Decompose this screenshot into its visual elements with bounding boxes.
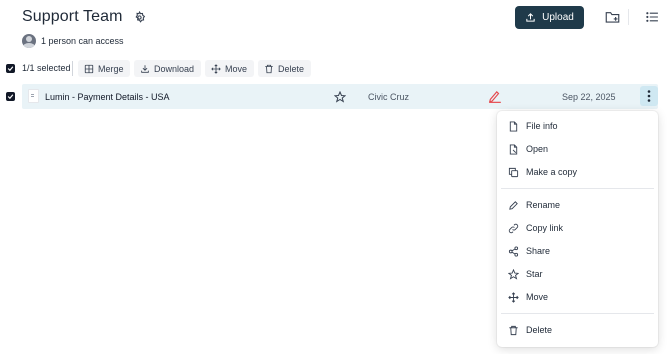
star-icon <box>508 268 519 280</box>
menu-item-label: Copy link <box>526 223 564 233</box>
merge-label: Merge <box>98 63 124 74</box>
menu-item-star[interactable]: Star <box>497 264 658 284</box>
new-folder-icon[interactable] <box>604 9 620 25</box>
menu-item-label: Star <box>526 269 543 279</box>
pencil-icon <box>509 200 518 210</box>
upload-label: Upload <box>542 12 574 23</box>
delete-button[interactable]: Delete <box>258 60 311 77</box>
file-thumbnail <box>28 89 39 103</box>
menu-item-copy-link[interactable]: Copy link <box>497 218 658 238</box>
header-divider <box>628 9 629 25</box>
access-text: 1 person can access <box>41 36 124 46</box>
menu-item-make-copy[interactable]: Make a copy <box>497 162 658 182</box>
select-all-checkbox[interactable] <box>6 64 15 73</box>
menu-item-file-info[interactable]: File info <box>497 116 658 136</box>
copy-icon <box>508 167 519 177</box>
row-checkbox[interactable] <box>6 92 15 101</box>
open-file-icon <box>509 143 518 155</box>
merge-icon <box>84 64 94 73</box>
toolbar-divider <box>72 61 73 76</box>
file-info-icon <box>509 120 518 132</box>
menu-item-label: File info <box>526 121 558 131</box>
title-wrap: Support Team <box>22 8 146 26</box>
menu-item-label: Move <box>526 292 549 302</box>
move-icon <box>508 291 519 303</box>
download-button[interactable]: Download <box>134 60 201 77</box>
trash-icon <box>265 64 273 73</box>
avatar <box>22 34 36 48</box>
download-label: Download <box>154 63 195 74</box>
delete-label: Delete <box>278 63 305 74</box>
move-label: Move <box>225 63 248 74</box>
menu-divider <box>501 188 654 189</box>
check-icon <box>7 94 14 100</box>
trash-icon <box>509 325 518 335</box>
page-header: Support Team 1 person can access Upload <box>0 0 670 56</box>
gear-icon[interactable] <box>133 10 146 24</box>
more-options-button[interactable] <box>640 86 658 106</box>
menu-item-rename[interactable]: Rename <box>497 195 658 215</box>
link-icon <box>508 223 519 233</box>
menu-item-label: Rename <box>526 200 561 210</box>
star-icon[interactable] <box>333 90 347 103</box>
page-title: Support Team <box>22 8 123 25</box>
menu-divider <box>501 313 654 314</box>
menu-item-label: Make a copy <box>526 167 578 177</box>
context-menu: File info Open Make a copy Rename Copy l… <box>497 111 658 347</box>
menu-item-label: Share <box>526 246 551 256</box>
list-view-icon[interactable] <box>644 9 660 25</box>
menu-item-label: Open <box>526 144 549 154</box>
selected-count: 1/1 selected <box>22 63 71 73</box>
file-name[interactable]: Lumin - Payment Details - USA <box>45 92 170 102</box>
access-info[interactable]: 1 person can access <box>22 34 124 48</box>
menu-item-label: Delete <box>526 325 553 335</box>
share-icon <box>508 245 519 257</box>
file-date: Sep 22, 2025 <box>562 92 616 102</box>
signature-icon <box>488 90 502 103</box>
menu-item-move[interactable]: Move <box>497 287 658 307</box>
download-icon <box>141 64 149 73</box>
merge-button[interactable]: Merge <box>78 60 130 77</box>
menu-item-delete[interactable]: Delete <box>497 320 658 340</box>
move-button[interactable]: Move <box>205 60 254 77</box>
kebab-icon <box>647 90 651 102</box>
menu-item-open[interactable]: Open <box>497 139 658 159</box>
menu-item-share[interactable]: Share <box>497 241 658 261</box>
check-icon <box>7 66 14 72</box>
table-row[interactable]: Lumin - Payment Details - USA Civic Cruz… <box>22 84 658 109</box>
upload-button[interactable]: Upload <box>515 6 584 29</box>
move-icon <box>211 63 221 74</box>
file-owner: Civic Cruz <box>368 92 410 102</box>
upload-icon <box>526 13 535 22</box>
